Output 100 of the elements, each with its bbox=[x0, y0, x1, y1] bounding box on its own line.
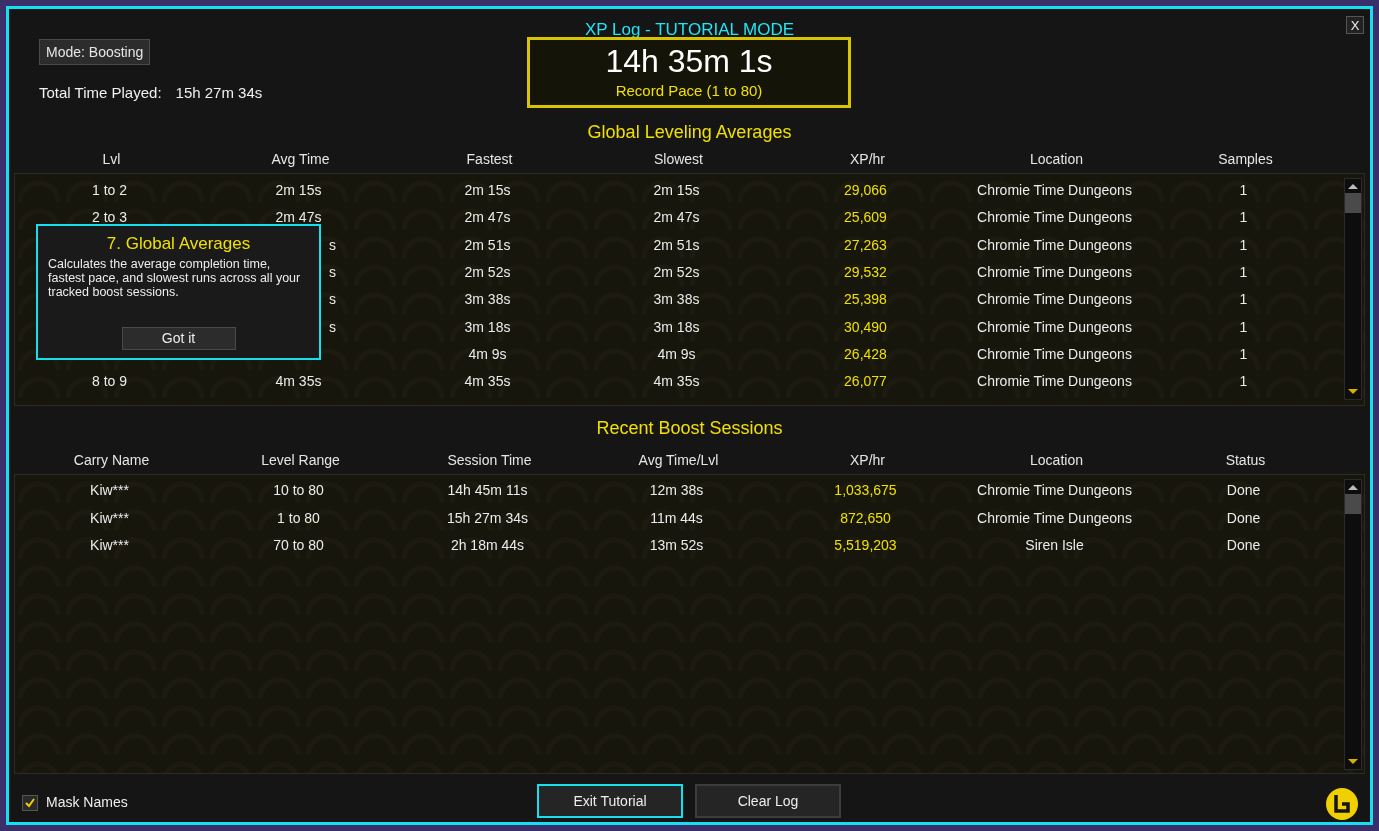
table-cell-text: s bbox=[329, 290, 336, 310]
table-cell-text: 30,490 bbox=[844, 317, 887, 337]
table-cell-text: 2m 15s bbox=[653, 181, 700, 201]
table-cell-text: Chromie Time Dungeons bbox=[977, 317, 1132, 337]
table-cell-text: 27,263 bbox=[844, 235, 887, 255]
footer-button[interactable]: Clear Log bbox=[695, 784, 841, 818]
table-cell-text: 2m 51s bbox=[464, 235, 511, 255]
table-cell-text: 2m 51s bbox=[653, 235, 700, 255]
table-cell-text: 1 to 2 bbox=[92, 181, 127, 201]
table-cell-text: 2m 47s bbox=[464, 208, 511, 228]
scroll-down-icon[interactable] bbox=[1346, 757, 1360, 767]
total-time-value: 15h 27m 34s bbox=[175, 83, 263, 103]
table-cell-text: Done bbox=[1226, 508, 1261, 528]
footer-button[interactable]: Exit Tutorial bbox=[537, 784, 683, 818]
table-cell-text: 2m 15s bbox=[275, 181, 322, 201]
column-header: Avg Time/Lvl bbox=[638, 450, 719, 470]
table-cell-text: 872,650 bbox=[840, 508, 891, 528]
table-cell-text: Chromie Time Dungeons bbox=[977, 508, 1132, 528]
table-cell-text: s bbox=[329, 263, 336, 283]
table-cell-text: s bbox=[329, 317, 336, 337]
table-cell-text: Chromie Time Dungeons bbox=[977, 235, 1132, 255]
table-cell-text: 8 to 9 bbox=[92, 372, 127, 392]
table-cell-text: 1,033,675 bbox=[834, 481, 897, 501]
table-cell-text: Chromie Time Dungeons bbox=[977, 344, 1132, 364]
scroll-thumb[interactable] bbox=[1345, 193, 1361, 213]
column-header: Samples bbox=[1218, 149, 1273, 169]
table-cell-text: 4m 35s bbox=[464, 372, 511, 392]
table-cell-text: Done bbox=[1226, 481, 1261, 501]
scroll-up-icon[interactable] bbox=[1346, 181, 1360, 191]
table-cell-text: 2m 52s bbox=[653, 263, 700, 283]
table-cell-text: 2m 52s bbox=[464, 263, 511, 283]
scrollbar[interactable] bbox=[1344, 479, 1362, 770]
table-cell-text: 3m 18s bbox=[653, 317, 700, 337]
scroll-up-icon[interactable] bbox=[1346, 482, 1360, 492]
column-header: XP/hr bbox=[850, 450, 885, 470]
table-cell-text: 12m 38s bbox=[649, 481, 704, 501]
column-header: Lvl bbox=[102, 149, 121, 169]
table-cell-text: 4m 9s bbox=[468, 344, 507, 364]
table-cell-text: 3m 38s bbox=[653, 290, 700, 310]
table-cell-text: Chromie Time Dungeons bbox=[977, 263, 1132, 283]
column-header: Session Time bbox=[447, 450, 532, 470]
table-cell-text: 3m 18s bbox=[464, 317, 511, 337]
column-header: Carry Name bbox=[73, 450, 150, 470]
table-cell-text: 2h 18m 44s bbox=[450, 536, 525, 556]
table-cell-text: s bbox=[329, 235, 336, 255]
tooltip-text: Calculates the average completion time, fastest pace, and slowest runs across all your tracked boost sessions. bbox=[48, 256, 302, 299]
table-cell-text: 29,532 bbox=[844, 263, 887, 283]
table-cell-text: Kiw*** bbox=[90, 536, 129, 556]
table-cell-text: 11m 44s bbox=[650, 508, 703, 528]
column-header: Level Range bbox=[261, 450, 340, 470]
column-header: Location bbox=[1030, 149, 1083, 169]
table-cell-text: Chromie Time Dungeons bbox=[977, 372, 1132, 392]
table-cell-text: 3m 38s bbox=[464, 290, 511, 310]
table-cell-text: 14h 45m 11s bbox=[447, 481, 528, 501]
column-header: Location bbox=[1030, 450, 1083, 470]
scroll-thumb[interactable] bbox=[1345, 494, 1361, 514]
table-cell-text: Chromie Time Dungeons bbox=[977, 181, 1132, 201]
column-header: Fastest bbox=[466, 149, 513, 169]
check-icon bbox=[24, 796, 36, 809]
table-cell-text: 1 bbox=[1239, 344, 1248, 364]
table-cell-text: 25,609 bbox=[844, 208, 887, 228]
table-cell-text: 25,398 bbox=[844, 290, 887, 310]
total-time-label: Total Time Played: bbox=[39, 83, 162, 103]
table-cell-text: 13m 52s bbox=[649, 536, 704, 556]
logo-icon bbox=[1325, 787, 1359, 821]
table-cell-text: 2m 15s bbox=[464, 181, 511, 201]
table-cell-text: 4m 9s bbox=[657, 344, 696, 364]
column-header: Slowest bbox=[654, 149, 703, 169]
tooltip-title: 7. Global Averages bbox=[105, 233, 252, 255]
checkbox-label: Mask Names bbox=[46, 793, 128, 812]
scroll-down-icon[interactable] bbox=[1346, 387, 1360, 397]
got-it-button[interactable]: Got it bbox=[121, 327, 236, 350]
table-cell-text: 4m 35s bbox=[275, 372, 322, 392]
table-cell-text: 1 to 80 bbox=[277, 508, 320, 528]
table-cell-text: 26,077 bbox=[844, 372, 887, 392]
column-header: XP/hr bbox=[850, 149, 885, 169]
table-cell-text: 2m 47s bbox=[653, 208, 700, 228]
window-title: XP Log - TUTORIAL MODE bbox=[584, 19, 795, 41]
scrollbar[interactable] bbox=[1344, 178, 1362, 400]
table-cell-text: Chromie Time Dungeons bbox=[977, 481, 1132, 501]
table-cell-text: 1 bbox=[1239, 235, 1248, 255]
mode-button[interactable]: Mode: Boosting bbox=[39, 39, 151, 65]
record-time: 14h 35m 1s bbox=[605, 42, 773, 81]
table-cell-text: 2m 47s bbox=[275, 208, 322, 228]
table-cell-text: Done bbox=[1226, 536, 1261, 556]
table-cell-text: 2 to 3 bbox=[92, 208, 127, 228]
section-title: Global Leveling Averages bbox=[587, 120, 792, 144]
column-header: Avg Time bbox=[271, 149, 330, 169]
table-cell-text: Chromie Time Dungeons bbox=[977, 208, 1132, 228]
checkbox[interactable] bbox=[22, 794, 38, 811]
table-cell-text: 10 to 80 bbox=[273, 481, 324, 501]
close-button[interactable]: X bbox=[1346, 16, 1364, 34]
table-cell-text: Chromie Time Dungeons bbox=[977, 290, 1132, 310]
table-cell-text: Kiw*** bbox=[90, 508, 129, 528]
table-cell-text: 1 bbox=[1239, 208, 1248, 228]
table-cell-text: 5,519,203 bbox=[834, 536, 897, 556]
section-title: Recent Boost Sessions bbox=[596, 417, 783, 440]
table-cell-text: 1 bbox=[1239, 181, 1248, 201]
table-cell-text: 70 to 80 bbox=[273, 536, 324, 556]
table-cell-text: 1 bbox=[1239, 317, 1248, 337]
